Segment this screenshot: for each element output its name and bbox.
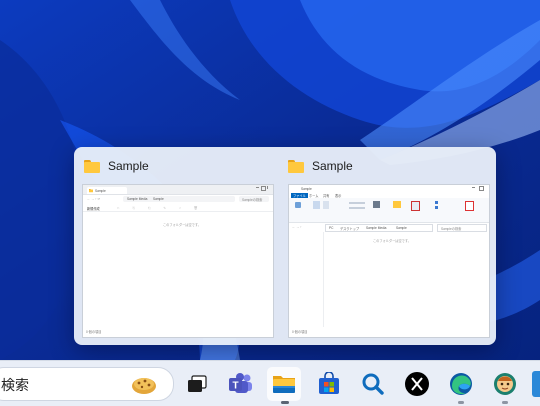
ribbon-line (349, 202, 365, 204)
svg-text:T: T (232, 381, 238, 392)
minimize-icon (472, 187, 475, 188)
window-title: Sample (312, 159, 353, 173)
breadcrumb-3: Sample Media (366, 226, 387, 230)
taskbar-search-box[interactable]: 検索 (0, 367, 174, 401)
thumb-empty-text: このフォルダーは空です。 (373, 239, 411, 243)
minimize-icon (256, 187, 259, 188)
copy-icon (313, 201, 320, 209)
taskbar-thumbnail-preview: Sample Sample ← → ↑ ⟳ Sample Media Sampl… (74, 147, 496, 345)
breadcrumb-2: デスクトップ (340, 227, 360, 231)
window-preview-title-2[interactable]: Sample (288, 157, 353, 175)
folder-icon (89, 189, 93, 193)
nav-arrows-icon: ← → ↑ ⟳ (87, 197, 101, 201)
folder-icon (288, 159, 304, 173)
thumb-empty-text: このフォルダーは空です。 (163, 223, 201, 227)
thumb-address-bar: Sample Media Sample (123, 196, 235, 202)
thumb-tab: Sample (87, 187, 127, 194)
folder-icon (84, 159, 100, 173)
running-indicator (502, 401, 508, 404)
maximize-icon (479, 186, 484, 191)
running-indicator (281, 401, 289, 404)
thumb-ribbon (289, 198, 489, 223)
search-highlight-icon (132, 378, 156, 394)
thumb-window-title: Sample (301, 186, 312, 191)
breadcrumb-1: Sample Media (127, 197, 148, 202)
thumb-search-box: Sampleの検索 (437, 224, 487, 232)
file-explorer-icon[interactable] (267, 367, 301, 401)
thumb-command-bar: 新規作成 ✂ ⎘ ⎗ ✎ ⤴ 🗑 (83, 204, 273, 212)
task-view-icon[interactable] (180, 367, 214, 401)
thumb-search-box: Sampleの検索 (239, 196, 269, 202)
window-thumbnail-2[interactable]: Sample ファイル ホーム 共有 表示 ← → ↑ PC デスクトップ Sa… (288, 184, 490, 338)
thumb-toolbar-icons: ✂ ⎘ ⎗ ✎ ⤴ 🗑 (117, 206, 204, 210)
edge-icon[interactable] (444, 367, 478, 401)
thumb-address-row: ← → ↑ ⟳ Sample Media Sample Sampleの検索 (83, 195, 273, 203)
window-title: Sample (108, 159, 149, 173)
window-preview-title-1[interactable]: Sample (84, 157, 149, 175)
ribbon-line (349, 207, 365, 209)
microsoft-store-icon[interactable] (312, 367, 346, 401)
thumb-address-bar: PC デスクトップ Sample Media Sample (325, 224, 433, 232)
breadcrumb-2: Sample (153, 197, 164, 202)
thumb-new-button: 新規作成 (87, 207, 100, 211)
magnifier-icon[interactable] (356, 367, 390, 401)
window-thumbnail-1[interactable]: Sample ← → ↑ ⟳ Sample Media Sample Sampl… (82, 184, 274, 338)
select-icon (435, 201, 438, 204)
close-icon (267, 186, 271, 189)
thumb-title-bar: Sample (83, 185, 273, 195)
thumb-search-placeholder: Sampleの検索 (441, 227, 462, 231)
taskbar: 検索 T (0, 360, 540, 406)
thumb-status-text: 0 個の項目 (86, 330, 102, 334)
thumb-address-row: ← → ↑ PC デスクトップ Sample Media Sample Samp… (289, 223, 489, 232)
running-indicator (458, 401, 464, 404)
thumb-search-placeholder: Sampleの検索 (242, 198, 263, 203)
new-folder-icon (393, 201, 401, 208)
teams-icon[interactable]: T (224, 367, 258, 401)
nav-arrows-icon: ← → ↑ (292, 225, 302, 229)
breadcrumb-1: PC (329, 226, 334, 230)
thumb-tab-label: Sample (95, 188, 106, 193)
nav-pane-divider (323, 232, 324, 327)
edge-canary-icon[interactable] (488, 367, 522, 401)
overflow-app-icon[interactable] (532, 371, 540, 397)
maximize-icon (261, 186, 266, 191)
select-icon (435, 206, 438, 209)
thumb-title-bar: Sample (289, 185, 489, 192)
paste-icon (323, 201, 329, 209)
pin-icon (295, 202, 301, 208)
search-text: 検索 (1, 377, 29, 393)
x-app-icon[interactable] (400, 367, 434, 401)
open-icon (465, 201, 474, 211)
properties-icon (411, 201, 420, 211)
move-icon (373, 201, 380, 208)
breadcrumb-4: Sample (396, 226, 407, 230)
thumb-status-text: 0 個の項目 (292, 330, 308, 334)
